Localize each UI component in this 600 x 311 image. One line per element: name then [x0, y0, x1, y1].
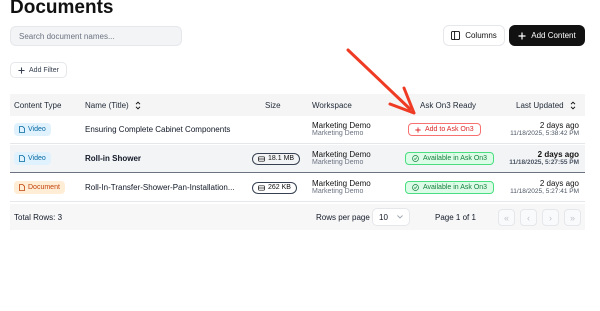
plus-icon [18, 66, 25, 74]
workspace-name: Marketing Demo [312, 149, 371, 159]
chevron-down-icon [397, 215, 403, 219]
check-circle-icon [412, 155, 419, 162]
header-workspace: Workspace [312, 100, 352, 110]
workspace-cell: Marketing Demo Marketing Demo [312, 179, 371, 196]
content-type-badge: Document [14, 181, 65, 194]
check-circle-icon [412, 184, 419, 191]
workspace-cell: Marketing Demo Marketing Demo [312, 121, 371, 138]
columns-button[interactable]: Columns [443, 25, 505, 46]
add-to-ask-button[interactable]: Add to Ask On3 [408, 123, 481, 136]
document-name[interactable]: Roll-in Shower [85, 145, 141, 172]
updated-ago: 2 days ago [539, 121, 579, 131]
rows-per-page-value: 10 [379, 212, 388, 222]
file-size-badge: 18.1 MB [252, 152, 301, 165]
file-icon [19, 155, 25, 162]
last-updated: 2 days ago 11/18/2025, 5:27:41 PM [510, 174, 579, 201]
updated-date: 11/18/2025, 5:27:55 PM [509, 159, 579, 167]
header-ask: Ask On3 Ready [420, 100, 477, 110]
updated-date: 11/18/2025, 5:27:41 PM [510, 188, 579, 196]
ask-label: Add to Ask On3 [425, 126, 474, 133]
file-size-badge: 262 KB [252, 181, 297, 194]
table-footer: Total Rows: 3 Rows per page 10 Page 1 of… [10, 204, 585, 230]
available-badge: Available in Ask On3 [405, 152, 495, 165]
total-rows: Total Rows: 3 [14, 212, 63, 222]
columns-label: Columns [465, 31, 497, 40]
rows-per-page-select[interactable]: 10 [372, 208, 410, 226]
file-icon [19, 126, 25, 133]
hard-drive-icon [258, 184, 265, 191]
double-chevron-left-icon: « [503, 212, 509, 223]
prev-page-button[interactable]: ‹ [520, 209, 537, 226]
last-updated: 2 days ago 11/18/2025, 5:27:55 PM [509, 145, 579, 172]
columns-icon [451, 31, 461, 40]
header-updated-label: Last Updated [516, 100, 564, 110]
documents-table: Content Type Name (Title) Size Workspace… [10, 94, 585, 231]
add-content-button[interactable]: Add Content [509, 25, 585, 46]
sort-icon [135, 100, 141, 110]
workspace-sub: Marketing Demo [312, 188, 364, 196]
file-icon [19, 184, 25, 191]
page-title: Documents [10, 0, 114, 18]
table-row[interactable]: Document Roll-In-Transfer-Shower-Pan-Ins… [10, 174, 585, 202]
workspace-name: Marketing Demo [312, 178, 371, 188]
table-header: Content Type Name (Title) Size Workspace… [10, 94, 585, 116]
add-filter-label: Add Filter [29, 66, 59, 74]
plus-icon [415, 126, 421, 133]
chevron-right-icon: › [549, 212, 552, 223]
chevron-left-icon: ‹ [527, 212, 530, 223]
updated-date: 11/18/2025, 5:38:42 PM [510, 130, 579, 138]
last-page-button[interactable]: » [564, 209, 581, 226]
add-content-label: Add Content [531, 31, 576, 40]
header-content-type: Content Type [14, 100, 62, 110]
header-updated[interactable]: Last Updated [516, 94, 576, 116]
workspace-cell: Marketing Demo Marketing Demo [312, 150, 371, 167]
header-name-label: Name (Title) [85, 100, 129, 110]
workspace-sub: Marketing Demo [312, 159, 364, 167]
table-row[interactable]: Video Roll-in Shower 18.1 MB Marketing D… [10, 145, 585, 173]
first-page-button[interactable]: « [498, 209, 515, 226]
file-size: 262 KB [268, 184, 291, 191]
updated-ago: 2 days ago [539, 179, 579, 189]
content-type-label: Video [28, 126, 46, 133]
file-size: 18.1 MB [268, 155, 295, 162]
next-page-button[interactable]: › [542, 209, 559, 226]
ask-label: Available in Ask On3 [423, 184, 488, 191]
last-updated: 2 days ago 11/18/2025, 5:38:42 PM [510, 116, 579, 143]
page-info: Page 1 of 1 [435, 212, 476, 222]
workspace-name: Marketing Demo [312, 120, 371, 130]
add-filter-button[interactable]: Add Filter [10, 62, 67, 78]
content-type-label: Document [28, 184, 60, 191]
search-placeholder: Search document names... [19, 31, 115, 41]
rows-per-page-label: Rows per page [316, 212, 370, 222]
search-input[interactable]: Search document names... [10, 26, 182, 46]
plus-icon [518, 32, 526, 39]
content-type-label: Video [28, 155, 46, 162]
content-type-badge: Video [14, 123, 51, 136]
document-name[interactable]: Ensuring Complete Cabinet Components [85, 116, 230, 143]
content-type-badge: Video [14, 152, 51, 165]
workspace-sub: Marketing Demo [312, 130, 364, 138]
hard-drive-icon [258, 155, 265, 162]
header-size: Size [265, 100, 281, 110]
available-badge: Available in Ask On3 [405, 181, 495, 194]
table-row[interactable]: Video Ensuring Complete Cabinet Componen… [10, 116, 585, 144]
double-chevron-right-icon: » [569, 212, 575, 223]
header-name[interactable]: Name (Title) [85, 94, 141, 116]
ask-label: Available in Ask On3 [423, 155, 488, 162]
sort-icon [570, 100, 575, 110]
document-name[interactable]: Roll-In-Transfer-Shower-Pan-Installation… [85, 174, 235, 201]
updated-ago: 2 days ago [537, 150, 579, 160]
